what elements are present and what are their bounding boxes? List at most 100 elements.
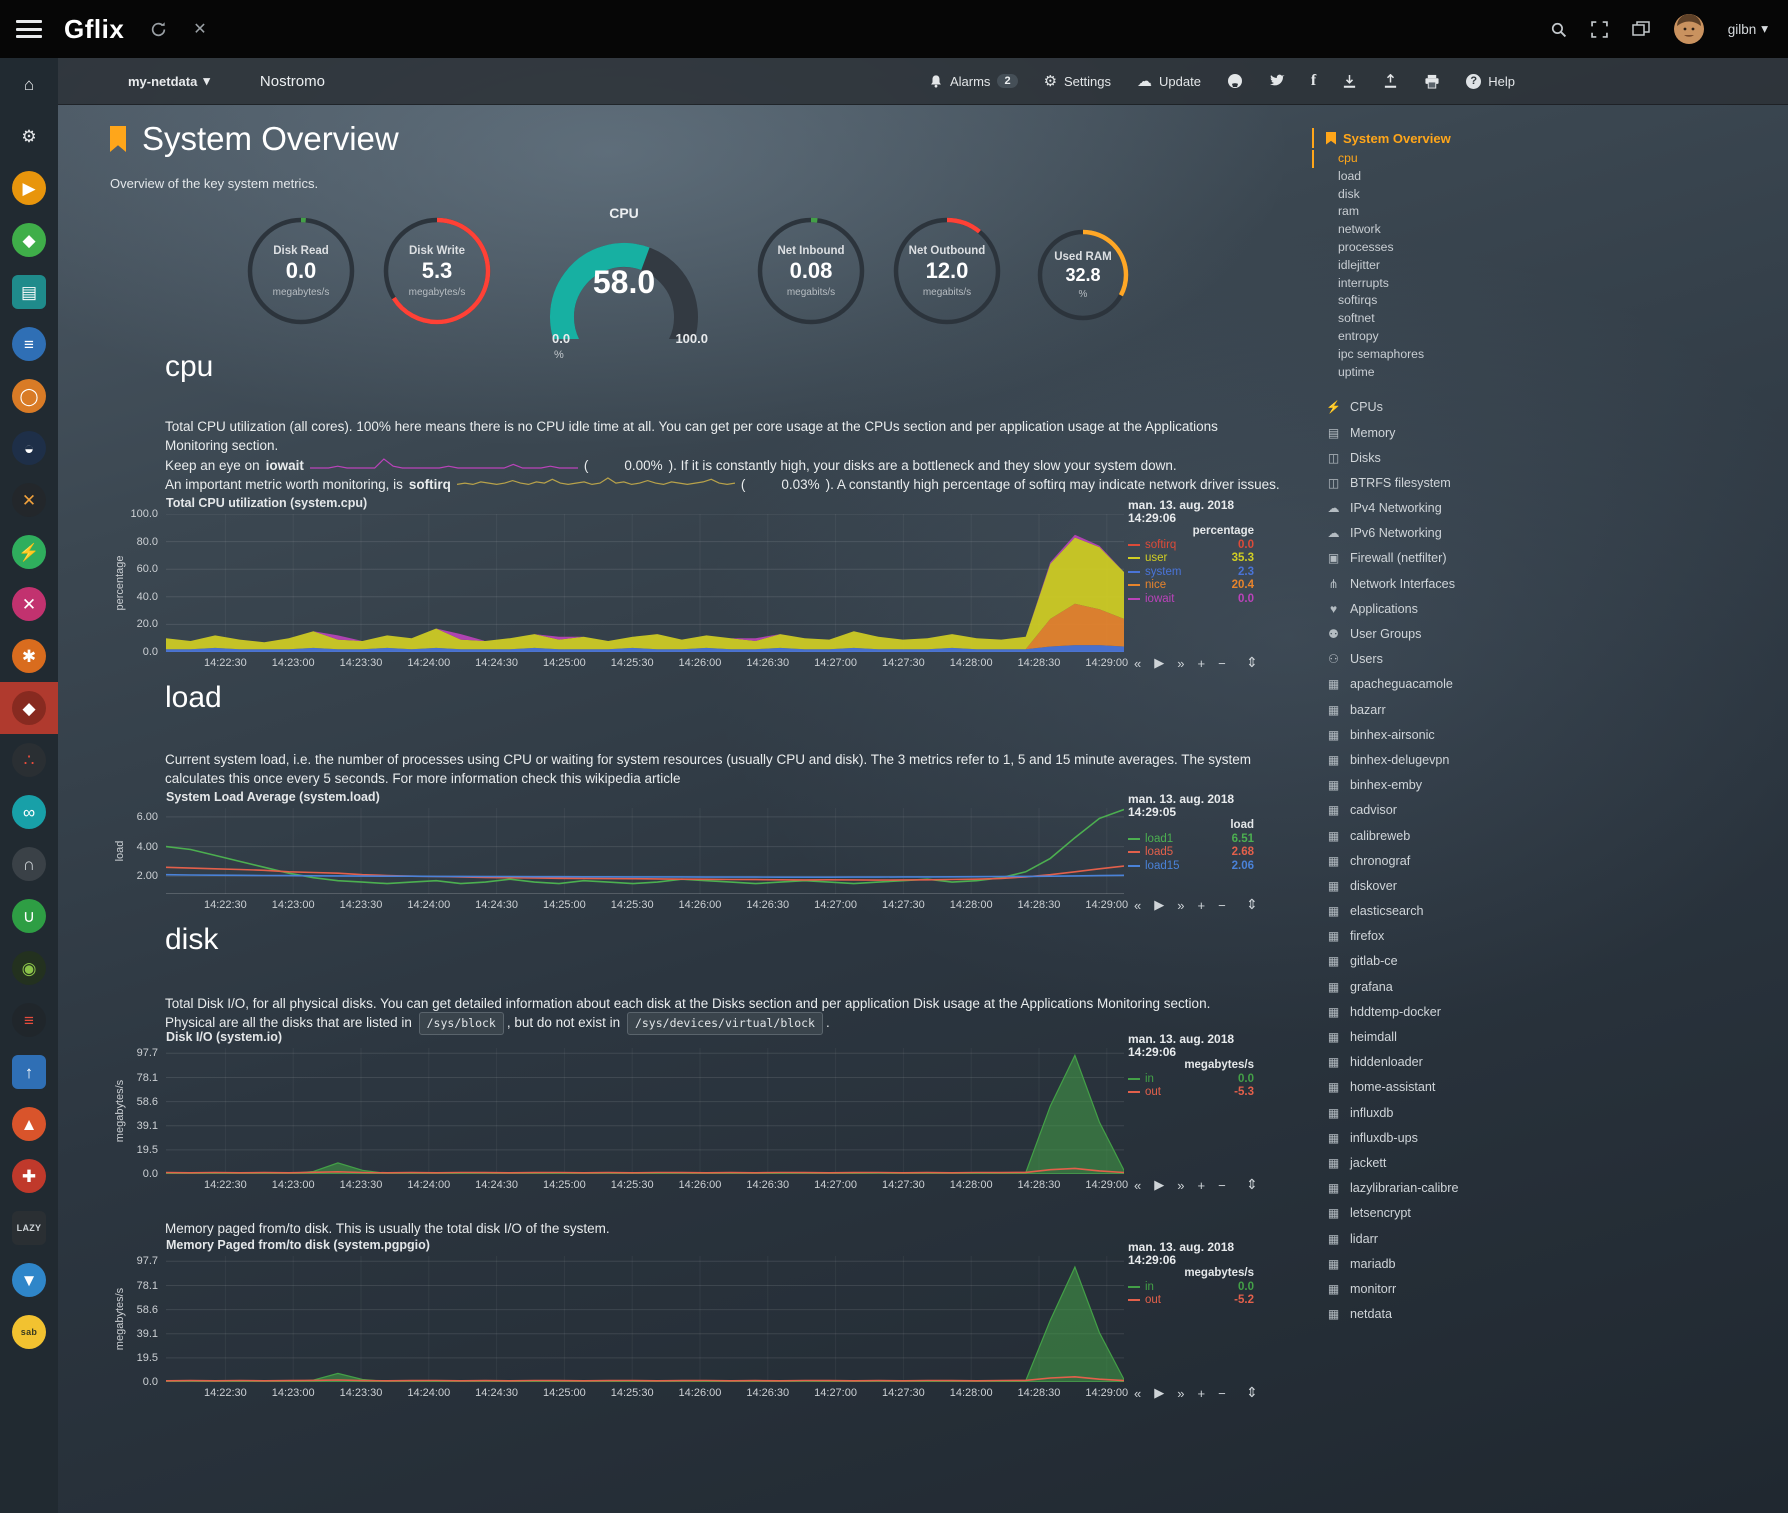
menu-item-firewall-netfilter-[interactable]: ▣Firewall (netfilter)	[1312, 546, 1597, 571]
windows-icon[interactable]	[1632, 21, 1650, 37]
menu-item-letsencrypt[interactable]: ▦letsencrypt	[1312, 1201, 1597, 1226]
system.pgpgio-chart[interactable]	[166, 1256, 1124, 1382]
legend-name-in[interactable]: in	[1145, 1281, 1154, 1293]
print-icon[interactable]	[1424, 74, 1440, 89]
legend-name-softirq[interactable]: softirq	[1145, 539, 1176, 551]
system.io-chart[interactable]	[166, 1048, 1124, 1174]
menu-item-memory[interactable]: ▤Memory	[1312, 421, 1597, 446]
app-traffic-button[interactable]: ≡	[0, 994, 58, 1046]
app-sabnzbd-button[interactable]: sab	[0, 1306, 58, 1358]
zoom-out-button[interactable]: −	[1218, 898, 1226, 913]
pan-forward-button[interactable]: »	[1177, 656, 1184, 671]
menu-item-ipv4-networking[interactable]: ☁IPv4 Networking	[1312, 496, 1597, 521]
github-icon[interactable]	[1227, 73, 1243, 89]
legend-name-load15[interactable]: load15	[1145, 860, 1180, 872]
app-green-diamond-button[interactable]: ◆	[0, 214, 58, 266]
settings-button[interactable]: ⚙Settings	[1044, 72, 1111, 90]
hamburger-menu-icon[interactable]	[16, 20, 42, 38]
menu-item-disks[interactable]: ◫Disks	[1312, 446, 1597, 471]
menu-item-netdata[interactable]: ▦netdata	[1312, 1302, 1597, 1327]
menu-subitem-interrupts[interactable]: interrupts	[1312, 275, 1597, 293]
menu-item-monitorr[interactable]: ▦monitorr	[1312, 1277, 1597, 1302]
app-orange-octo-button[interactable]: ✱	[0, 630, 58, 682]
twitter-icon[interactable]	[1269, 74, 1285, 88]
app-orange-search-button[interactable]: ◯	[0, 370, 58, 422]
menu-item-gitlab-ce[interactable]: ▦gitlab-ce	[1312, 949, 1597, 974]
menu-item-system-overview[interactable]: System Overview	[1312, 128, 1597, 148]
app-pink-x-button[interactable]: ✕	[0, 578, 58, 630]
zoom-in-button[interactable]: +	[1197, 656, 1205, 671]
menu-item-network-interfaces[interactable]: ⋔Network Interfaces	[1312, 572, 1597, 597]
system.cpu-chart[interactable]	[166, 514, 1124, 652]
search-icon[interactable]	[1550, 21, 1567, 38]
import-icon[interactable]	[1342, 74, 1357, 89]
app-dark-x-button[interactable]: ✕	[0, 474, 58, 526]
legend-name-load1[interactable]: load1	[1145, 833, 1173, 845]
menu-item-lazylibrarian-calibre[interactable]: ▦lazylibrarian-calibre	[1312, 1176, 1597, 1201]
menu-item-bazarr[interactable]: ▦bazarr	[1312, 698, 1597, 723]
legend-name-nice[interactable]: nice	[1145, 579, 1166, 591]
menu-item-hiddenloader[interactable]: ▦hiddenloader	[1312, 1050, 1597, 1075]
server-dropdown[interactable]: my-netdata▾	[128, 73, 210, 89]
menu-subitem-processes[interactable]: processes	[1312, 239, 1597, 257]
export-icon[interactable]	[1383, 74, 1398, 89]
menu-item-firefox[interactable]: ▦firefox	[1312, 924, 1597, 949]
menu-subitem-cpu[interactable]: cpu	[1312, 150, 1597, 168]
app-red-dots-button[interactable]: ∴	[0, 734, 58, 786]
menu-item-jackett[interactable]: ▦jackett	[1312, 1151, 1597, 1176]
zoom-out-button[interactable]: −	[1218, 1178, 1226, 1193]
pan-backward-button[interactable]: «	[1134, 898, 1141, 913]
app-green-bolt-button[interactable]: ⚡	[0, 526, 58, 578]
zoom-in-button[interactable]: +	[1197, 1178, 1205, 1193]
menu-subitem-ram[interactable]: ram	[1312, 203, 1597, 221]
app-teal-library-button[interactable]: ▤	[0, 266, 58, 318]
pan-forward-button[interactable]: »	[1177, 1386, 1184, 1401]
menu-item-lidarr[interactable]: ▦lidarr	[1312, 1227, 1597, 1252]
app-orange-play-button[interactable]: ▶	[0, 162, 58, 214]
app-horseshoe-button[interactable]: ∩	[0, 838, 58, 890]
menu-item-home-assistant[interactable]: ▦home-assistant	[1312, 1075, 1597, 1100]
system.load-chart[interactable]	[166, 808, 1124, 894]
app-teal-cloud-button[interactable]: ∞	[0, 786, 58, 838]
app-green-u-button[interactable]: ∪	[0, 890, 58, 942]
system.load-resize-handle[interactable]: ⇕	[1246, 896, 1258, 913]
menu-item-apacheguacamole[interactable]: ▦apacheguacamole	[1312, 672, 1597, 697]
menu-item-user-groups[interactable]: ⚉User Groups	[1312, 622, 1597, 647]
menu-item-heimdall[interactable]: ▦heimdall	[1312, 1025, 1597, 1050]
app-lazylibrarian-button[interactable]: LAZY	[0, 1202, 58, 1254]
zoom-out-button[interactable]: −	[1218, 1386, 1226, 1401]
legend-name-system[interactable]: system	[1145, 566, 1181, 578]
menu-item-chronograf[interactable]: ▦chronograf	[1312, 849, 1597, 874]
menu-item-mariadb[interactable]: ▦mariadb	[1312, 1252, 1597, 1277]
refresh-icon[interactable]	[150, 21, 167, 38]
menu-subitem-uptime[interactable]: uptime	[1312, 364, 1597, 382]
legend-name-iowait[interactable]: iowait	[1145, 593, 1174, 605]
zoom-out-button[interactable]: −	[1218, 656, 1226, 671]
legend-name-user[interactable]: user	[1145, 552, 1167, 564]
legend-name-load5[interactable]: load5	[1145, 846, 1173, 858]
alarms-button[interactable]: Alarms 2	[929, 74, 1018, 89]
play-button[interactable]: ▶	[1154, 655, 1164, 671]
fullscreen-icon[interactable]	[1591, 21, 1608, 38]
close-tab-icon[interactable]: ✕	[193, 19, 206, 39]
settings-button[interactable]: ⚙	[0, 110, 58, 162]
app-blue-up-button[interactable]: ↑	[0, 1046, 58, 1098]
menu-item-btrfs-filesystem[interactable]: ◫BTRFS filesystem	[1312, 471, 1597, 496]
app-deluge-button[interactable]: ▼	[0, 1254, 58, 1306]
menu-item-elasticsearch[interactable]: ▦elasticsearch	[1312, 899, 1597, 924]
play-button[interactable]: ▶	[1154, 897, 1164, 913]
menu-subitem-idlejitter[interactable]: idlejitter	[1312, 257, 1597, 275]
update-button[interactable]: ☁Update	[1137, 72, 1201, 90]
menu-item-users[interactable]: ⚇Users	[1312, 647, 1597, 672]
menu-item-influxdb-ups[interactable]: ▦influxdb-ups	[1312, 1126, 1597, 1151]
pan-backward-button[interactable]: «	[1134, 1386, 1141, 1401]
play-button[interactable]: ▶	[1154, 1177, 1164, 1193]
pan-backward-button[interactable]: «	[1134, 1178, 1141, 1193]
app-navy-circle-button[interactable]: ◒	[0, 422, 58, 474]
app-dark-green-button[interactable]: ◉	[0, 942, 58, 994]
help-button[interactable]: ?Help	[1466, 74, 1515, 89]
menu-item-cpus[interactable]: ⚡CPUs	[1312, 395, 1597, 420]
menu-subitem-disk[interactable]: disk	[1312, 186, 1597, 204]
pan-forward-button[interactable]: »	[1177, 898, 1184, 913]
menu-subitem-softnet[interactable]: softnet	[1312, 310, 1597, 328]
